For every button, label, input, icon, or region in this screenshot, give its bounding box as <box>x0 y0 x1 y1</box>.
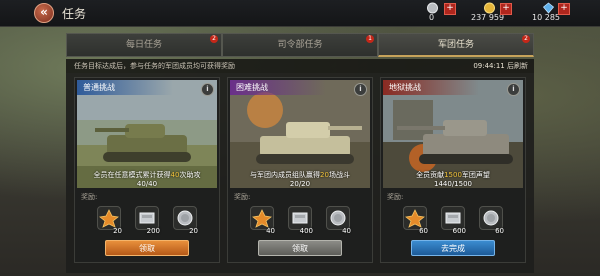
reward-label: 奖励: <box>387 193 404 201</box>
token-icon <box>330 210 346 226</box>
notification-badge: 2 <box>210 35 218 43</box>
mission-card-normal: 普通挑战 i 全员在任意模式累计获得40次助攻 40/40 奖励: 20 200… <box>74 77 220 263</box>
medal-icon <box>252 209 272 228</box>
reward-label: 奖励: <box>234 193 251 201</box>
tab-label: 每日任务 <box>125 40 162 50</box>
task-description: 与军团内成员组队赢得20场战斗 <box>250 171 350 179</box>
reward-item[interactable]: 20 <box>173 206 198 235</box>
task-description: 全员在任意模式累计获得40次助攻 <box>93 171 201 179</box>
token-icon <box>483 210 499 226</box>
reward-item[interactable]: 200 <box>135 206 160 235</box>
tab-label: 军团任务 <box>437 40 474 50</box>
add-gold-button[interactable]: + <box>500 3 512 15</box>
difficulty-label: 普通挑战 <box>77 80 173 95</box>
tab-legion-missions[interactable]: 军团任务 2 <box>378 33 534 57</box>
reward-item[interactable]: 40 <box>250 206 275 235</box>
reward-list: 40 400 40 <box>228 202 372 236</box>
mission-card-hell: 地狱挑战 i 全员贡献1500军团声望 1440/1500 奖励: 60 600… <box>380 77 526 263</box>
go-complete-button[interactable]: 去完成 <box>411 240 495 256</box>
diamond-resource: 10 285 + <box>532 1 594 25</box>
mission-panel: 普通挑战 i 全员在任意模式累计获得40次助攻 40/40 奖励: 20 200… <box>66 73 534 273</box>
reward-label: 奖励: <box>81 193 98 201</box>
refresh-timer: 09:44:11 后刷新 <box>473 61 528 71</box>
tank-image: 困难挑战 i 与军团内成员组队赢得20场战斗 20/20 <box>230 80 370 188</box>
task-progress: 20/20 <box>289 180 311 188</box>
mission-card-hard: 困难挑战 i 与军团内成员组队赢得20场战斗 20/20 奖励: 40 400 … <box>227 77 373 263</box>
page-title: 任务 <box>62 7 87 21</box>
task-description: 全员贡献1500军团声望 <box>416 171 490 179</box>
notification-badge: 2 <box>522 35 530 43</box>
notification-badge: 1 <box>366 35 374 43</box>
add-diamond-button[interactable]: + <box>558 3 570 15</box>
tab-label: 司令部任务 <box>277 40 323 50</box>
silver-bar-icon <box>292 212 308 224</box>
mission-tabs: 每日任务 2 司令部任务 1 军团任务 2 <box>66 33 534 57</box>
medal-icon <box>405 209 425 228</box>
info-icon[interactable]: i <box>354 83 367 96</box>
back-arrow-icon: « <box>40 5 48 19</box>
tab-hq-missions[interactable]: 司令部任务 1 <box>222 33 378 57</box>
tank-image: 地狱挑战 i 全员贡献1500军团声望 1440/1500 <box>383 80 523 188</box>
claim-button[interactable]: 领取 <box>258 240 342 256</box>
silver-bar-icon <box>445 212 461 224</box>
reward-item[interactable]: 20 <box>97 206 122 235</box>
back-button[interactable]: « <box>34 3 54 23</box>
medal-icon <box>99 209 119 228</box>
info-icon[interactable]: i <box>507 83 520 96</box>
mission-description: 任务目标达成后，参与任务的军团成员均可获得奖励 <box>74 62 235 70</box>
info-icon[interactable]: i <box>201 83 214 96</box>
difficulty-label: 困难挑战 <box>230 80 326 95</box>
silver-value: 0 <box>429 13 435 22</box>
reward-item[interactable]: 60 <box>403 206 428 235</box>
tab-daily-missions[interactable]: 每日任务 2 <box>66 33 222 57</box>
reward-list: 20 200 20 <box>75 202 219 236</box>
reward-list: 60 600 60 <box>381 202 525 236</box>
top-bar: « 任务 0 + 237 959 + 10 285 + <box>0 0 600 27</box>
reward-item[interactable]: 600 <box>441 206 466 235</box>
timer-suffix: 后刷新 <box>507 62 528 70</box>
info-bar: 任务目标达成后，参与任务的军团成员均可获得奖励 09:44:11 后刷新 <box>66 59 534 73</box>
task-progress: 1440/1500 <box>434 180 472 188</box>
task-progress: 40/40 <box>136 180 158 188</box>
reward-item[interactable]: 40 <box>326 206 351 235</box>
add-silver-button[interactable]: + <box>444 3 456 15</box>
timer-value: 09:44:11 <box>473 62 505 70</box>
tank-image: 普通挑战 i 全员在任意模式累计获得40次助攻 40/40 <box>77 80 217 188</box>
diamond-value: 10 285 <box>532 13 560 22</box>
reward-item[interactable]: 60 <box>479 206 504 235</box>
reward-item[interactable]: 400 <box>288 206 313 235</box>
token-icon <box>177 210 193 226</box>
silver-bar-icon <box>139 212 155 224</box>
claim-button[interactable]: 领取 <box>105 240 189 256</box>
difficulty-label: 地狱挑战 <box>383 80 479 95</box>
gold-resource: 237 959 + <box>471 1 534 25</box>
